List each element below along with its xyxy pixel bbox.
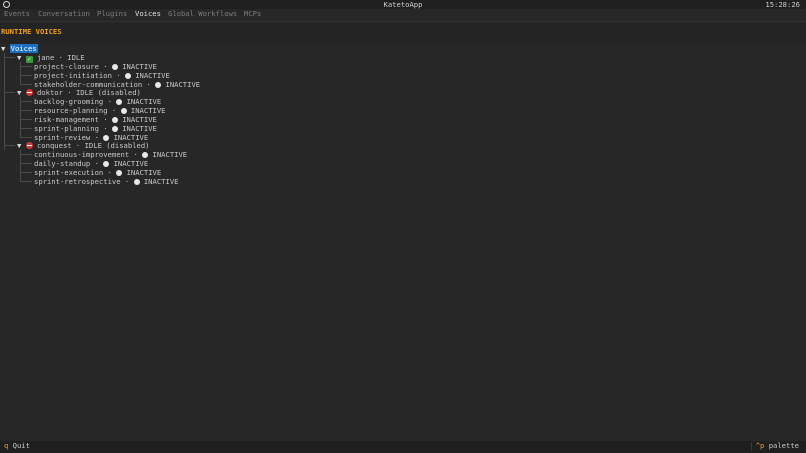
palette-key: ^p — [755, 441, 765, 450]
tree-guide — [4, 53, 5, 150]
tree-connector — [4, 145, 15, 146]
workflow-item[interactable]: risk-management · INACTIVE — [34, 115, 157, 124]
workflow-name: resource-planning — [34, 106, 108, 115]
voice-status: IDLE (disabled) — [75, 88, 141, 97]
workflow-item[interactable]: sprint-planning · INACTIVE — [34, 124, 157, 133]
expand-caret-icon[interactable]: ▼ — [1, 44, 5, 53]
tree-connector — [4, 57, 15, 58]
tree-connector — [20, 101, 32, 102]
workflow-item[interactable]: project-initiation · INACTIVE — [34, 71, 170, 80]
tree-connector — [20, 75, 32, 76]
workflow-item[interactable]: sprint-execution · INACTIVE — [34, 168, 161, 177]
workflow-name: project-initiation — [34, 71, 112, 80]
tree-connector — [4, 92, 15, 93]
workflow-state: INACTIVE — [122, 115, 157, 124]
voice-status: IDLE (disabled) — [84, 141, 150, 150]
tree-connector — [20, 163, 32, 164]
status-dot-icon — [155, 82, 162, 88]
expand-caret-icon[interactable]: ▼ — [17, 88, 21, 97]
tree-connector — [20, 128, 32, 129]
workflow-item[interactable]: backlog-grooming · INACTIVE — [34, 97, 161, 106]
voice-name: conquest — [36, 141, 72, 150]
tree-connector — [20, 66, 32, 67]
status-dot-icon — [111, 117, 118, 123]
palette-label: palette — [768, 441, 799, 450]
workflow-name: risk-management — [34, 115, 99, 124]
workflow-item[interactable]: sprint-retrospective · INACTIVE — [34, 177, 178, 186]
no-entry-icon — [25, 142, 33, 149]
workflow-state: INACTIVE — [126, 97, 162, 106]
workflow-name: sprint-retrospective — [34, 177, 121, 186]
section-title: RUNTIME VOICES — [1, 27, 62, 36]
tree-connector — [20, 84, 32, 85]
voice-name: doktor — [36, 88, 63, 97]
status-dot-icon — [120, 108, 127, 114]
workflow-name: sprint-execution — [34, 168, 104, 177]
tree-connector — [20, 110, 32, 111]
workflow-item[interactable]: daily-standup · INACTIVE — [34, 159, 148, 168]
status-dot-icon — [116, 99, 123, 105]
footer-bar: q Quit ^p palette — [0, 441, 806, 453]
workflow-state: INACTIVE — [135, 71, 170, 80]
workflow-item[interactable]: resource-planning · INACTIVE — [34, 106, 166, 115]
status-dot-icon — [111, 126, 118, 132]
workflow-state: INACTIVE — [122, 124, 157, 133]
workflow-state: INACTIVE — [165, 80, 201, 89]
quit-key: q — [4, 441, 9, 450]
voice-node-jane[interactable]: ▼ ✓ jane · IDLE — [17, 53, 85, 63]
tab-plugins[interactable]: Plugins — [97, 9, 127, 21]
workflow-state: INACTIVE — [130, 106, 166, 115]
tree-guide — [20, 97, 21, 137]
voice-status: IDLE — [67, 53, 85, 62]
section-header — [0, 22, 806, 44]
status-dot-icon — [116, 170, 123, 176]
tree-connector — [20, 172, 32, 173]
workflow-name: backlog-grooming — [34, 97, 104, 106]
tab-events[interactable]: Events — [4, 9, 30, 21]
tree-connector — [20, 181, 32, 182]
voice-name: jane — [36, 53, 55, 62]
tree-root[interactable]: ▼ Voices — [1, 44, 38, 53]
workflow-name: continuous-improvement — [34, 150, 130, 159]
tab-conversation[interactable]: Conversation — [38, 9, 90, 21]
no-entry-icon — [25, 89, 33, 96]
check-icon: ✓ — [25, 56, 33, 63]
expand-caret-icon[interactable]: ▼ — [17, 53, 21, 62]
status-dot-icon — [103, 161, 110, 167]
tree-connector — [20, 137, 32, 138]
status-dot-icon — [111, 64, 118, 70]
workflow-state: INACTIVE — [113, 159, 149, 168]
workflow-state: INACTIVE — [122, 62, 157, 71]
workflow-item[interactable]: continuous-improvement · INACTIVE — [34, 150, 187, 159]
tree-root-label[interactable]: Voices — [9, 44, 38, 53]
workflow-name: sprint-planning — [34, 124, 99, 133]
tree-connector — [20, 154, 32, 155]
workflow-state: INACTIVE — [143, 177, 179, 186]
workflow-name: project-closure — [34, 62, 99, 71]
footer-divider — [751, 442, 752, 451]
expand-caret-icon[interactable]: ▼ — [17, 141, 21, 150]
status-dot-icon — [133, 179, 140, 185]
clock: 15:28:26 — [765, 0, 800, 9]
workflow-item[interactable]: project-closure · INACTIVE — [34, 62, 157, 71]
tab-global-workflows[interactable]: Global Workflows — [168, 9, 237, 21]
title-bar: KatetoApp 15:28:26 — [0, 0, 806, 9]
status-dot-icon — [142, 152, 149, 158]
quit-label: Quit — [12, 441, 30, 450]
workflow-name: daily-standup — [34, 159, 91, 168]
workflow-state: INACTIVE — [152, 150, 188, 159]
app-title: KatetoApp — [383, 0, 423, 9]
voice-node-doktor[interactable]: ▼ doktor · IDLE (disabled) — [17, 88, 141, 97]
tree-connector — [20, 119, 32, 120]
palette-binding[interactable]: ^p palette — [756, 441, 799, 451]
workflow-state: INACTIVE — [126, 168, 162, 177]
quit-binding[interactable]: q Quit — [4, 441, 30, 451]
tab-mcps[interactable]: MCPs — [244, 9, 261, 21]
voice-node-conquest[interactable]: ▼ conquest · IDLE (disabled) — [17, 141, 150, 150]
status-dot-icon — [124, 73, 131, 79]
